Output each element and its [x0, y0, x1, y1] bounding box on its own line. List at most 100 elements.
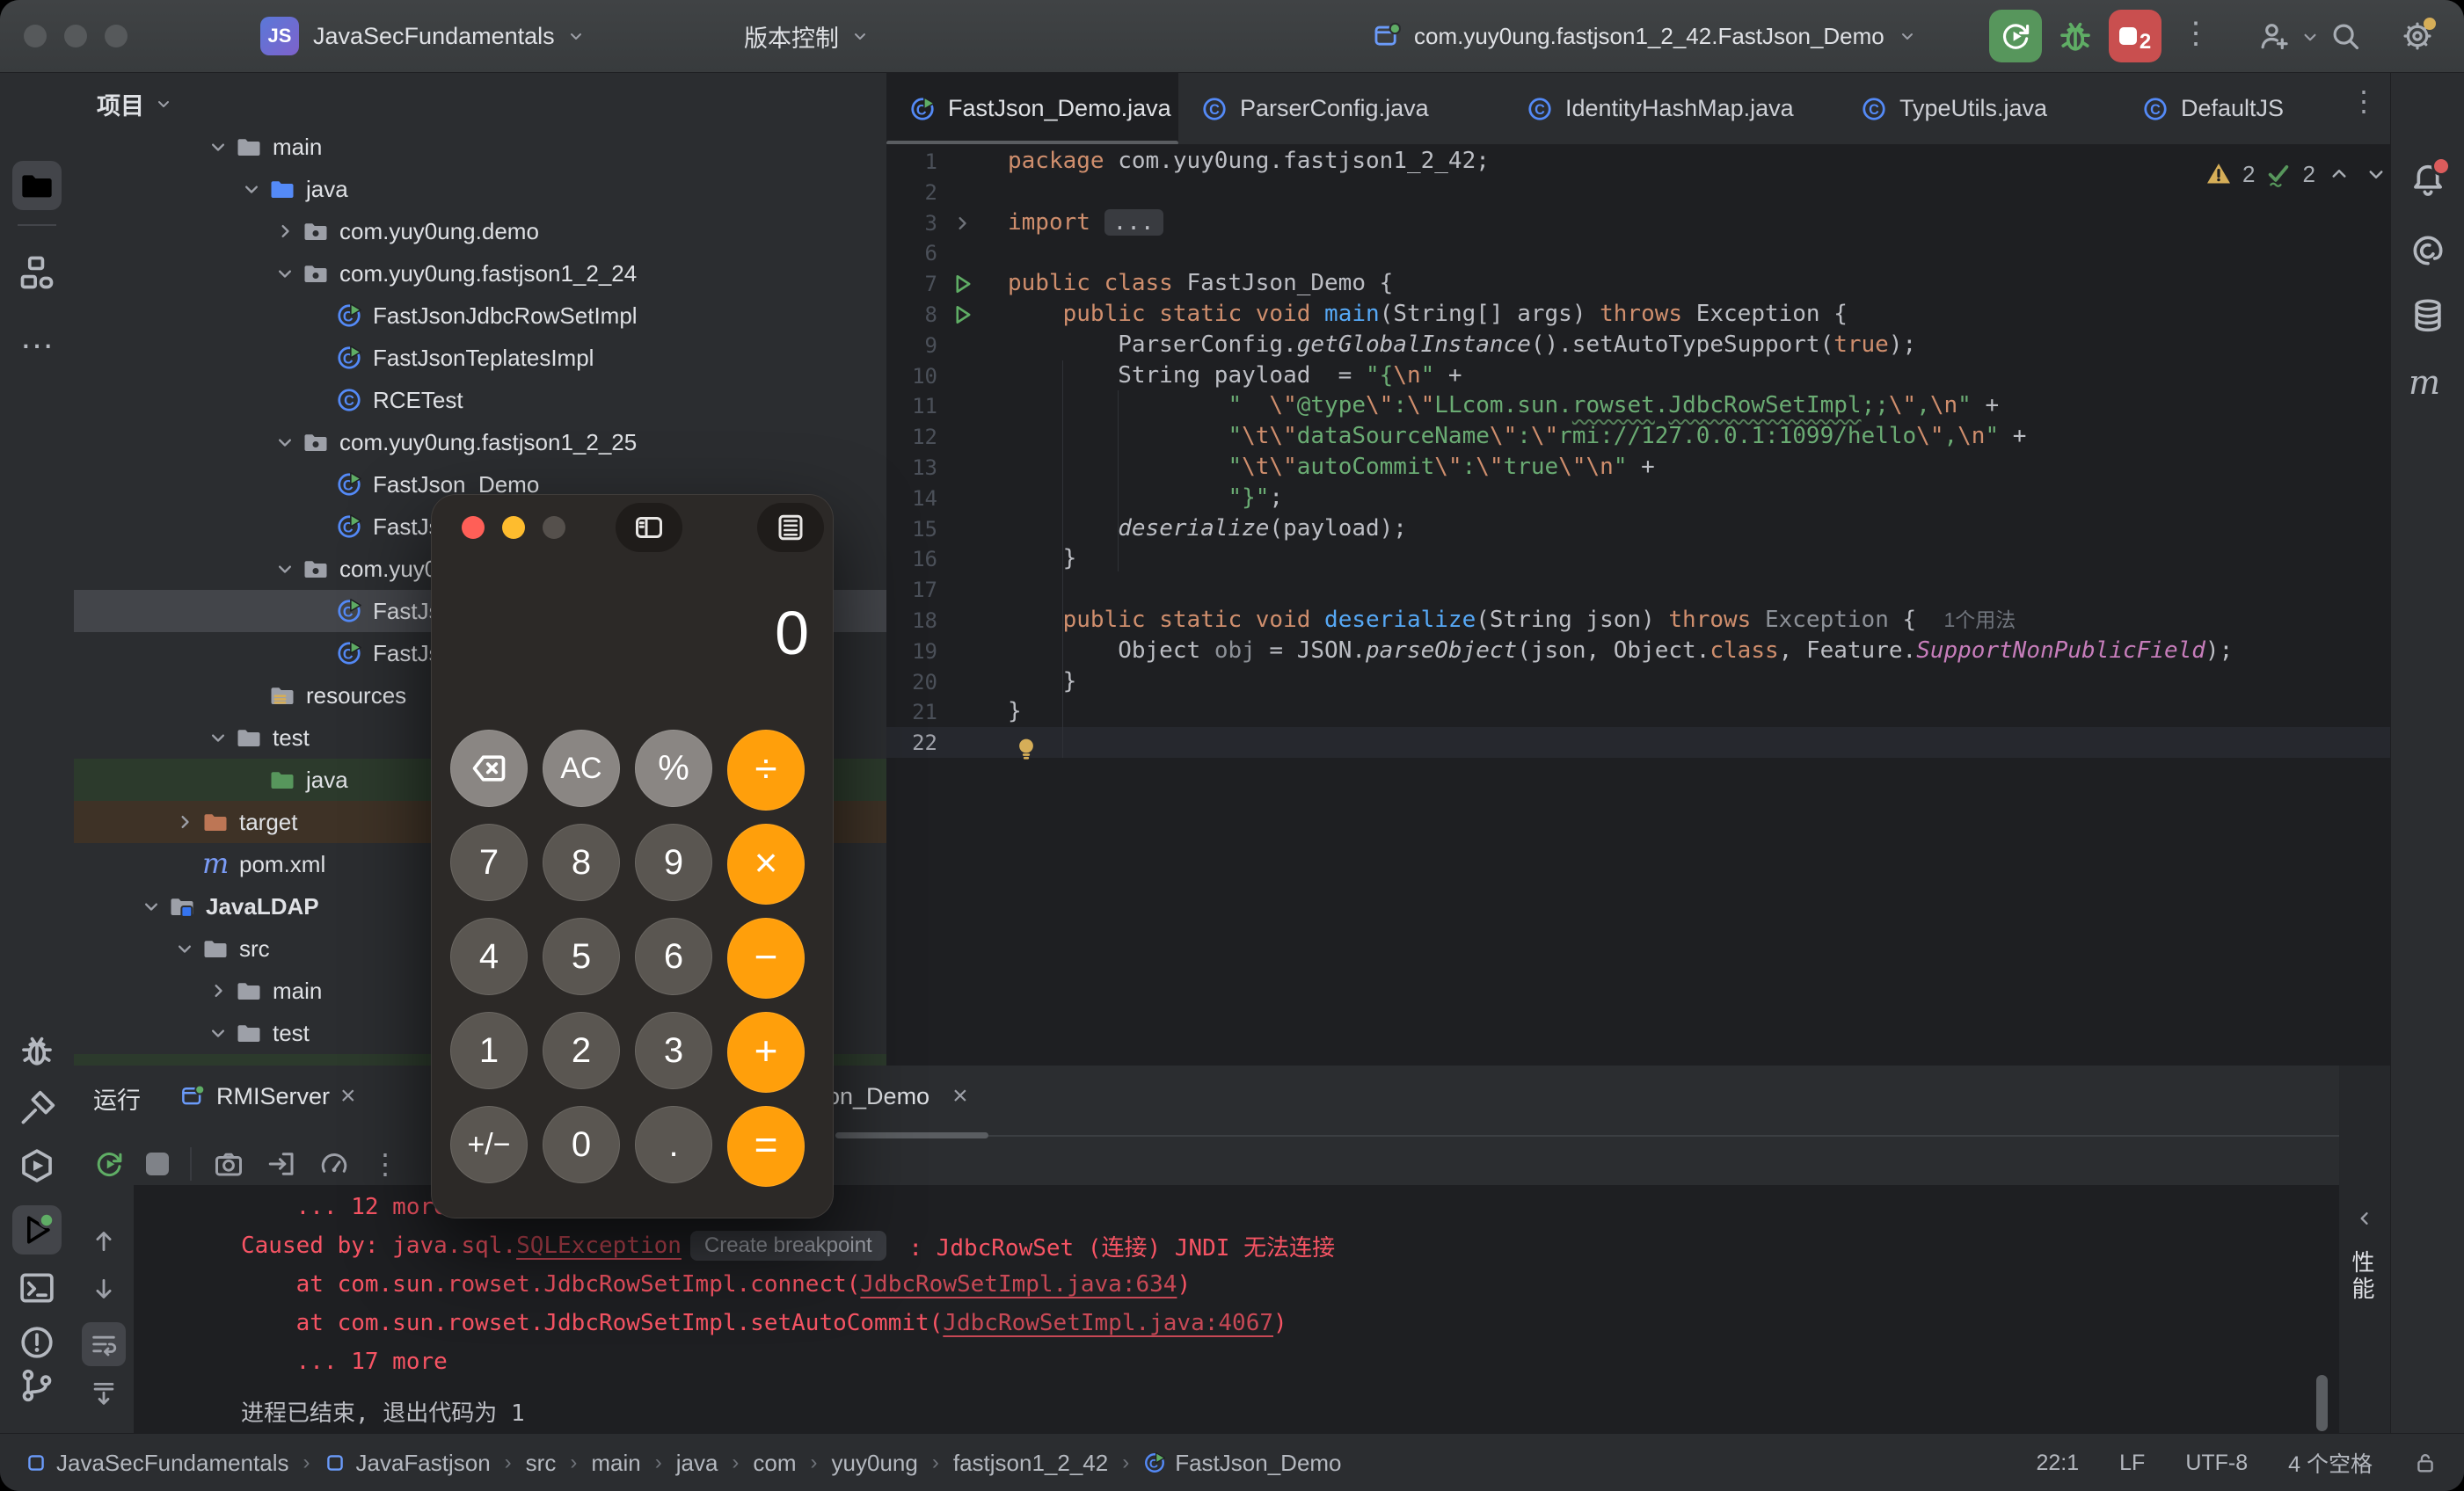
debug-tool-button[interactable]	[18, 1032, 56, 1071]
add-user-button[interactable]	[2256, 19, 2290, 53]
calc-digit-1-button[interactable]: 1	[450, 1012, 528, 1089]
fold-chevron-icon[interactable]	[950, 211, 974, 236]
calc-digit-5-button[interactable]: 5	[543, 918, 620, 995]
chevron-right-icon[interactable]	[273, 219, 297, 244]
calc-percent-button[interactable]: %	[635, 730, 712, 807]
ai-assistant-tool-button[interactable]	[2409, 231, 2447, 270]
screenshot-button[interactable]	[213, 1148, 244, 1180]
calc-digit-7-button[interactable]: 7	[450, 824, 528, 901]
calc-zoom-button[interactable]	[543, 516, 565, 539]
vcs-menu[interactable]: 版本控制	[744, 0, 871, 72]
structure-tool-button[interactable]	[18, 253, 56, 292]
export-button[interactable]	[266, 1148, 297, 1180]
calc-keypad-toggle[interactable]	[757, 503, 824, 552]
build-tool-button[interactable]	[18, 1089, 56, 1128]
settings-button[interactable]	[2401, 18, 2436, 53]
tab-more-options[interactable]: ⋮	[2350, 84, 2378, 118]
notifications-tool-button[interactable]	[2409, 156, 2451, 199]
stop-button[interactable]: 2	[2109, 10, 2161, 62]
breadcrumb-main[interactable]: main	[591, 1450, 640, 1477]
run-tab-rmiserver[interactable]: RMIServer ×	[179, 1066, 356, 1127]
tab-typeutils-java[interactable]: C TypeUtils.java	[1838, 73, 2119, 144]
file-encoding[interactable]: UTF-8	[2185, 1451, 2248, 1476]
next-problem-chevron[interactable]	[2363, 161, 2389, 187]
indent-setting[interactable]: 4 个空格	[2288, 1447, 2373, 1479]
tab-identityhashmap-java[interactable]: C IdentityHashMap.java	[1504, 73, 1838, 144]
calc-digit-0-button[interactable]: 0	[543, 1106, 620, 1183]
tab-close-icon[interactable]: ×	[340, 1083, 356, 1109]
run-button[interactable]	[1989, 10, 2042, 62]
collapse-chevron-icon[interactable]	[2351, 1206, 2376, 1231]
chevron-down-icon[interactable]	[206, 1021, 230, 1045]
calc-multiply-button[interactable]: ×	[727, 824, 805, 905]
calc-sidebar-toggle[interactable]	[616, 503, 682, 552]
calc-digit-2-button[interactable]: 2	[543, 1012, 620, 1089]
calc-equals-button[interactable]: =	[727, 1106, 805, 1187]
intention-bulb-icon[interactable]	[1013, 735, 1039, 761]
console-link[interactable]: SQLException	[516, 1233, 682, 1259]
console-output[interactable]: ... 12 more Caused by: java.sql. SQLExcept…	[134, 1185, 2339, 1433]
tab-fastjson_demo-java[interactable]: CFastJson_Demo.java×	[886, 73, 1178, 144]
console-scrollbar[interactable]	[2316, 1375, 2328, 1431]
stop-button[interactable]	[146, 1153, 169, 1175]
window-zoom-button[interactable]	[105, 25, 128, 47]
performance-tab[interactable]: 性能	[2346, 1250, 2379, 1303]
calc-digit-4-button[interactable]: 4	[450, 918, 528, 995]
calc-plus-minus-button[interactable]: +/−	[450, 1106, 528, 1183]
project-menu[interactable]: JavaSecFundamentals	[313, 0, 587, 72]
calc-digit-6-button[interactable]: 6	[635, 918, 712, 995]
calc-backspace-button[interactable]	[450, 730, 528, 807]
breadcrumb-yuy0ung[interactable]: yuy0ung	[832, 1450, 918, 1477]
window-minimize-button[interactable]	[64, 25, 87, 47]
tab-close-icon[interactable]: ×	[952, 1083, 968, 1109]
tab-defaultjs[interactable]: C DefaultJS	[2119, 73, 2304, 144]
tree-item-java[interactable]: java	[74, 168, 886, 210]
tree-item-com-yuy0ung-fastjson1-2-25[interactable]: com.yuy0ung.fastjson1_2_25	[74, 421, 886, 463]
run-tab-fastjson-demo[interactable]: on_Demo ×	[827, 1066, 968, 1127]
breadcrumb-com[interactable]: com	[753, 1450, 796, 1477]
tree-item-com-yuy0ung-fastjson1-2-24[interactable]: com.yuy0ung.fastjson1_2_24	[74, 252, 886, 295]
console-link[interactable]: JdbcRowSetImpl.java:4067	[943, 1310, 1273, 1336]
calc-digit-9-button[interactable]: 9	[635, 824, 712, 901]
chevron-down-icon[interactable]	[239, 177, 264, 201]
debug-button[interactable]	[2056, 18, 2095, 56]
chevron-down-icon[interactable]	[206, 725, 230, 750]
chevron-down-icon[interactable]	[273, 556, 297, 581]
chevron-right-icon[interactable]	[172, 810, 197, 834]
calc-digit-3-button[interactable]: 3	[635, 1012, 712, 1089]
run-tool-button[interactable]	[12, 1205, 62, 1255]
chevron-down-icon[interactable]	[139, 894, 164, 919]
tree-item-rcetest[interactable]: C RCETest	[74, 379, 886, 421]
breadcrumb-fastjson_demo[interactable]: C FastJson_Demo	[1143, 1450, 1342, 1477]
services-tool-button[interactable]	[18, 1146, 56, 1185]
maven-tool-button[interactable]: m	[2409, 363, 2447, 402]
calc-minimize-button[interactable]	[502, 516, 525, 539]
tree-item-fastjsonjdbcrowsetimpl[interactable]: C FastJsonJdbcRowSetImpl	[74, 295, 886, 337]
run-configuration-selector[interactable]: com.yuy0ung.fastjson1_2_42.FastJson_Demo	[1372, 0, 1918, 72]
run-line-icon[interactable]	[950, 302, 974, 327]
breadcrumb-javafastjson[interactable]: JavaFastjson	[324, 1450, 491, 1477]
more-tools-button[interactable]: …	[19, 317, 56, 357]
tree-item-com-yuy0ung-demo[interactable]: com.yuy0ung.demo	[74, 210, 886, 252]
tab-parserconfig-java[interactable]: C ParserConfig.java	[1178, 73, 1504, 144]
run-tabs-scrollbar[interactable]	[835, 1132, 988, 1138]
create-breakpoint-chip[interactable]: Create breakpoint	[689, 1231, 886, 1261]
problems-tool-button[interactable]	[18, 1323, 56, 1362]
scroll-to-end-button[interactable]	[89, 1378, 119, 1408]
calc-minus-button[interactable]: −	[727, 918, 805, 999]
rerun-button[interactable]	[93, 1148, 125, 1180]
run-line-icon[interactable]	[950, 272, 974, 296]
next-occurrence-button[interactable]	[89, 1275, 119, 1305]
window-close-button[interactable]	[24, 25, 47, 47]
project-panel-header[interactable]: 项目	[74, 73, 886, 135]
caret-position[interactable]: 22:1	[2036, 1451, 2079, 1476]
code-editor[interactable]: 1 package com.yuy0ung.fastjson1_2_42; 2 3 im…	[886, 144, 2390, 1066]
calc-divide-button[interactable]: ÷	[727, 730, 805, 811]
chevron-down-icon[interactable]	[206, 135, 230, 159]
chevron-right-icon[interactable]	[206, 978, 230, 1003]
chevron-down-icon[interactable]	[273, 261, 297, 286]
profiler-button[interactable]	[318, 1148, 350, 1180]
prev-occurrence-button[interactable]	[89, 1226, 119, 1255]
calc-digit-8-button[interactable]: 8	[543, 824, 620, 901]
search-everywhere-button[interactable]	[2329, 19, 2362, 53]
